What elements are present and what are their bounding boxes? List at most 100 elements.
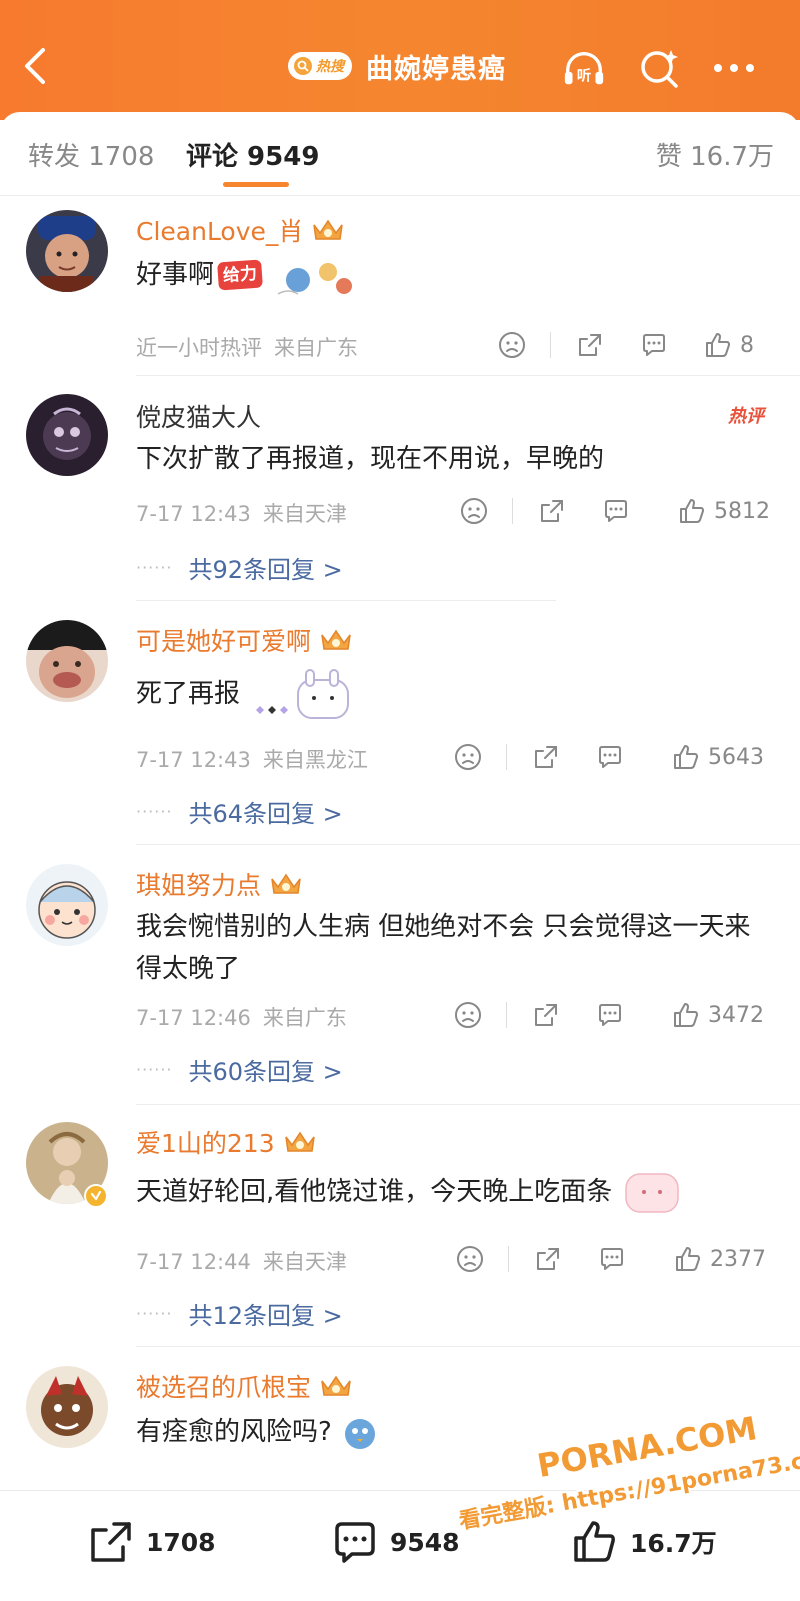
comment-time: 近一小时热评	[136, 336, 262, 360]
avatar[interactable]	[26, 394, 108, 476]
sad-face-icon	[455, 1002, 481, 1028]
page-title: 曲婉婷患癌	[366, 53, 506, 85]
comment-bubble-icon	[335, 1522, 375, 1563]
thumbs-up-icon	[680, 499, 704, 523]
headphones-icon: 听	[564, 51, 604, 84]
username[interactable]: 爱1山的213	[136, 1124, 317, 1160]
comment-meta: 近一小时热评 来自广东	[136, 332, 358, 362]
search-button[interactable]	[638, 46, 682, 90]
comment-button[interactable]: 9548	[332, 1517, 460, 1567]
share-icon	[535, 1004, 557, 1026]
search-sparkle-icon	[641, 50, 678, 88]
crown-badge-icon	[284, 1131, 315, 1152]
reply-button[interactable]	[598, 1242, 626, 1276]
comment-actions: 5812	[460, 494, 780, 528]
share-button[interactable]	[532, 998, 560, 1032]
like-button[interactable]: 5643	[672, 740, 764, 774]
comment-location: 来自天津	[262, 1250, 347, 1274]
hot-search-label: 热搜	[316, 59, 344, 75]
share-button[interactable]	[576, 328, 604, 362]
comment-location: 来自广东	[274, 336, 358, 360]
like-button[interactable]: 8	[704, 328, 754, 362]
like-count: 3472	[708, 1002, 764, 1028]
like-count: 5643	[708, 744, 764, 770]
replies-dots: ······	[136, 802, 173, 821]
username-text: CleanLove_肖	[136, 217, 304, 246]
avatar[interactable]	[26, 210, 108, 292]
comment-location: 来自黑龙江	[262, 748, 368, 772]
comment-text: 好事啊 给力	[136, 250, 776, 300]
back-button[interactable]	[22, 46, 58, 86]
comment-text: 我会惋惜别的人生病 但她绝对不会 只会觉得这一天来得太晚了	[136, 912, 751, 984]
comment-bubble-icon	[599, 1004, 621, 1026]
hot-search-title[interactable]: 热搜 曲婉婷患癌	[288, 48, 506, 85]
replies-dots: ······	[136, 1304, 173, 1323]
share-icon	[537, 1248, 559, 1270]
hot-search-pill: 热搜	[288, 52, 352, 80]
tab-comments[interactable]: 评论 9549	[186, 136, 319, 173]
view-replies-link[interactable]: ······ 共12条回复 >	[136, 1296, 343, 1331]
reply-button[interactable]	[640, 328, 668, 362]
thumbs-up-icon	[706, 333, 730, 357]
tab-likes[interactable]: 赞 16.7万	[656, 136, 774, 173]
reply-button[interactable]	[596, 740, 624, 774]
view-replies-link[interactable]: ······ 共64条回复 >	[136, 794, 343, 829]
share-button[interactable]	[532, 740, 560, 774]
repost-button[interactable]: 1708	[88, 1517, 216, 1567]
crown-badge-icon	[321, 1375, 351, 1396]
comment-bubble-icon	[605, 500, 627, 522]
avatar[interactable]	[26, 1366, 108, 1448]
comment-meta: 7-17 12:46 来自广东	[136, 1002, 347, 1032]
share-button[interactable]	[538, 494, 566, 528]
comment-actions: 8	[498, 328, 778, 362]
username[interactable]: 被选召的爪根宝	[136, 1368, 353, 1404]
comment-actions: 2377	[456, 1242, 780, 1276]
share-button[interactable]	[534, 1242, 562, 1276]
like-button[interactable]: 3472	[672, 998, 764, 1032]
reply-button[interactable]	[602, 494, 630, 528]
username-text: 被选召的爪根宝	[136, 1373, 312, 1402]
username[interactable]: 可是她好可爱啊	[136, 622, 353, 658]
geili-sticker: 给力	[217, 259, 263, 291]
comment-divider	[136, 600, 556, 601]
dislike-button[interactable]	[498, 328, 526, 362]
replies-count: 共12条回复 >	[188, 1302, 343, 1330]
like-button[interactable]: 2377	[674, 1242, 766, 1276]
hot-comment-badge: 热评	[728, 406, 764, 427]
dislike-button[interactable]	[456, 1242, 484, 1276]
verified-badge	[84, 1184, 108, 1208]
tab-repost[interactable]: 转发 1708	[28, 136, 154, 173]
like-post-button[interactable]: 16.7万	[572, 1517, 717, 1567]
crown-badge-icon	[321, 629, 351, 650]
replies-dots: ······	[136, 1060, 173, 1079]
listen-button[interactable]: 听	[562, 46, 606, 90]
comment-meta: 7-17 12:44 来自天津	[136, 1246, 347, 1276]
comment-meta: 7-17 12:43 来自天津	[136, 498, 347, 528]
more-button[interactable]	[712, 46, 756, 90]
action-divider	[512, 498, 513, 524]
share-icon	[535, 746, 557, 768]
action-divider	[550, 332, 551, 358]
replies-count: 共60条回复 >	[188, 1058, 343, 1086]
bottom-action-bar: 1708 9548 16.7万	[0, 1490, 800, 1601]
username[interactable]: 琪姐努力点	[136, 866, 303, 902]
reply-button[interactable]	[596, 998, 624, 1032]
avatar[interactable]	[26, 620, 108, 702]
username-text: 傥皮猫大人	[136, 403, 262, 432]
view-replies-link[interactable]: ······ 共92条回复 >	[136, 550, 343, 585]
avatar[interactable]	[26, 864, 108, 946]
crown-badge-icon	[313, 219, 344, 240]
comment-divider	[136, 1104, 800, 1105]
more-dots-icon	[714, 64, 754, 72]
username[interactable]: 傥皮猫大人	[136, 398, 261, 434]
sad-face-icon	[461, 498, 487, 524]
dislike-button[interactable]	[454, 740, 482, 774]
tab-bar: 转发 1708 评论 9549 赞 16.7万	[0, 112, 800, 196]
view-replies-link[interactable]: ······ 共60条回复 >	[136, 1052, 343, 1087]
like-button[interactable]: 5812	[678, 494, 770, 528]
username[interactable]: CleanLove_肖	[136, 212, 345, 248]
dislike-button[interactable]	[454, 998, 482, 1032]
dislike-button[interactable]	[460, 494, 488, 528]
comment-time: 7-17 12:46	[136, 1006, 251, 1030]
comment-text: 死了再报	[136, 666, 776, 722]
